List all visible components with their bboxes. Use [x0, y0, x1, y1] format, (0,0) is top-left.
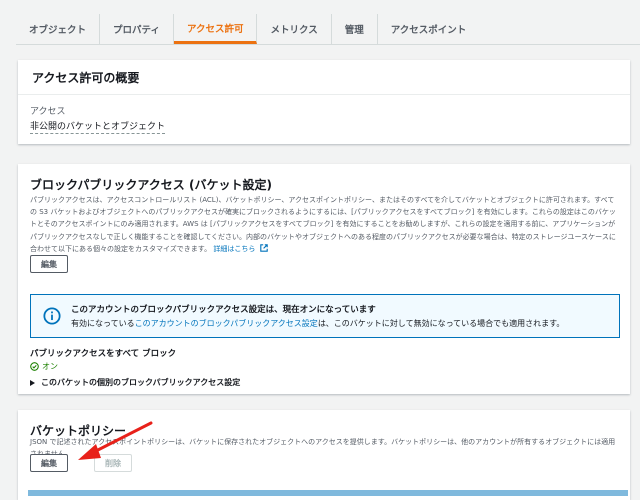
next-section-edge — [28, 490, 628, 496]
red-arrow-annotation — [78, 421, 153, 460]
